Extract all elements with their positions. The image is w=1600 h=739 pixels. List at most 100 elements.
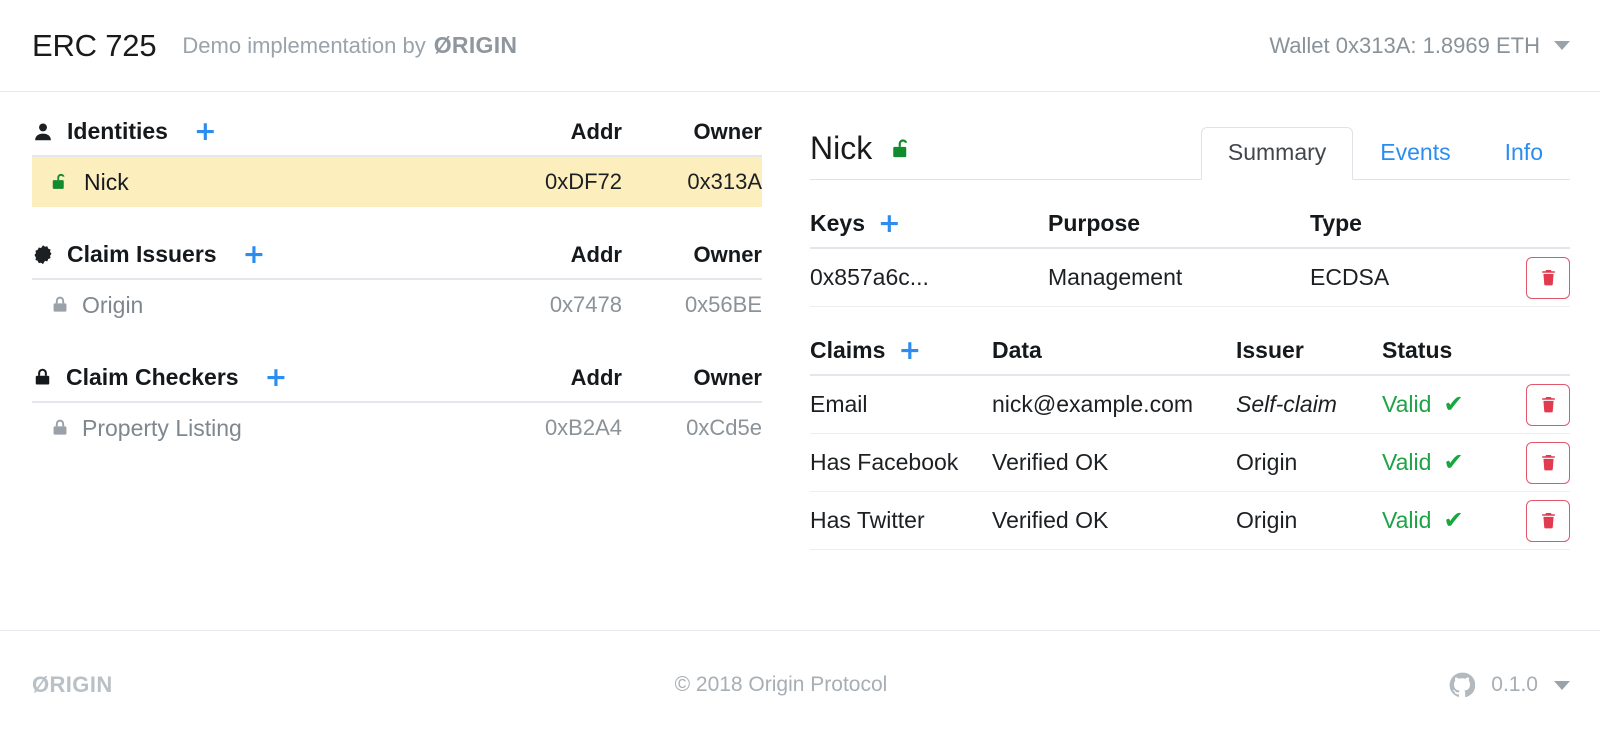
add-identity-button[interactable]: + <box>194 118 217 145</box>
claim-issuer-row-origin[interactable]: Origin 0x7478 0x56BE <box>32 280 762 330</box>
detail-title: Nick <box>810 130 873 166</box>
add-claim-issuer-button[interactable]: + <box>243 241 266 268</box>
wallet-label: Wallet 0x313A: 1.8969 ETH <box>1269 32 1540 58</box>
column-header-addr: Addr <box>570 364 622 390</box>
column-header-issuer: Issuer <box>1236 337 1304 363</box>
identity-row-label-wrap: Nick <box>32 169 129 196</box>
column-header-type: Type <box>1310 210 1362 236</box>
certificate-badge-icon <box>32 244 54 266</box>
delete-claim-button[interactable] <box>1526 499 1570 542</box>
section-label-claim-issuers: Claim Issuers <box>67 241 217 267</box>
status-badge: Valid <box>1382 391 1432 417</box>
claims-column-header: Claims + <box>810 337 992 364</box>
detail-tabs: Summary Events Info <box>1200 126 1570 180</box>
detail-panel: Nick Summary Events Info Keys + Purpose … <box>762 118 1570 550</box>
trash-icon <box>1541 512 1555 529</box>
claim-data: nick@example.com <box>992 391 1194 417</box>
identity-row-nick[interactable]: Nick 0xDF72 0x313A <box>32 157 762 207</box>
table-row: Email nick@example.com Self-claim Valid … <box>810 376 1570 434</box>
delete-claim-button[interactable] <box>1526 441 1570 484</box>
claims-title: Claims <box>810 337 886 363</box>
claim-name: Has Twitter <box>810 507 925 533</box>
tab-summary[interactable]: Summary <box>1200 127 1354 180</box>
section-header-identities: Identities + Addr Owner <box>32 118 762 157</box>
check-icon: ✔ <box>1443 391 1464 418</box>
delete-claim-button[interactable] <box>1526 383 1570 426</box>
claim-name: Email <box>810 391 868 417</box>
check-icon: ✔ <box>1443 449 1464 476</box>
claim-checker-row-label-wrap: Property Listing <box>32 415 242 442</box>
section-identities: Identities + Addr Owner Nick 0xDF72 0x31… <box>32 118 762 207</box>
add-claim-button[interactable]: + <box>898 337 921 364</box>
claim-checker-owner: 0xCd5e <box>686 415 762 440</box>
claim-name: Has Facebook <box>810 449 959 475</box>
column-header-owner: Owner <box>693 118 762 144</box>
section-title-claim-checkers: Claim Checkers + <box>32 364 287 391</box>
claim-issuer-addr: 0x7478 <box>549 292 622 317</box>
section-label-claim-checkers: Claim Checkers <box>66 364 239 390</box>
identity-name: Nick <box>84 168 129 195</box>
claim-issuer: Origin <box>1236 507 1298 533</box>
claim-issuer-name: Origin <box>82 291 144 318</box>
column-header-purpose: Purpose <box>1048 210 1141 236</box>
detail-header: Nick Summary Events Info <box>810 118 1570 180</box>
column-header-addr: Addr <box>570 118 622 144</box>
section-title-identities: Identities + <box>32 118 217 145</box>
claims-table-header: Claims + Data Issuer Status <box>810 337 1570 376</box>
key-purpose: Management <box>1048 264 1183 290</box>
footer-copyright: © 2018 Origin Protocol <box>674 673 888 696</box>
status-badge: Valid <box>1382 507 1432 533</box>
claim-data: Verified OK <box>992 507 1109 533</box>
unlock-icon <box>50 171 72 193</box>
wallet-dropdown[interactable]: Wallet 0x313A: 1.8969 ETH <box>1269 33 1570 59</box>
github-icon[interactable] <box>1449 672 1476 698</box>
app-footer: ØRIGIN © 2018 Origin Protocol 0.1.0 <box>0 630 1600 739</box>
section-title-claim-issuers: Claim Issuers + <box>32 241 265 268</box>
column-header-owner: Owner <box>693 364 762 390</box>
column-header-owner: Owner <box>693 241 762 267</box>
key-id: 0x857a6c... <box>810 264 929 290</box>
claim-actions <box>1496 383 1570 426</box>
chevron-down-icon <box>1554 680 1570 690</box>
tab-events[interactable]: Events <box>1353 127 1477 180</box>
column-header-status: Status <box>1382 337 1453 363</box>
table-row: Has Twitter Verified OK Origin Valid ✔ <box>810 492 1570 550</box>
claim-checker-name: Property Listing <box>82 414 242 441</box>
section-header-claim-issuers: Claim Issuers + Addr Owner <box>32 241 762 280</box>
status-badge: Valid <box>1382 449 1432 475</box>
section-claim-checkers: Claim Checkers + Addr Owner Property Lis… <box>32 364 762 453</box>
main-content: Identities + Addr Owner Nick 0xDF72 0x31… <box>0 92 1600 630</box>
keys-column-header: Keys + <box>810 210 1048 237</box>
key-type: ECDSA <box>1310 264 1390 290</box>
claim-actions <box>1496 441 1570 484</box>
add-claim-checker-button[interactable]: + <box>265 364 288 391</box>
table-row: Has Facebook Verified OK Origin Valid ✔ <box>810 434 1570 492</box>
section-header-claim-checkers: Claim Checkers + Addr Owner <box>32 364 762 403</box>
claim-actions <box>1496 499 1570 542</box>
lock-icon <box>32 367 53 388</box>
identity-owner: 0x313A <box>687 169 762 194</box>
tab-info[interactable]: Info <box>1478 127 1570 180</box>
claim-status: Valid ✔ <box>1382 507 1496 534</box>
sidebar: Identities + Addr Owner Nick 0xDF72 0x31… <box>32 118 762 453</box>
identity-addr: 0xDF72 <box>544 169 622 194</box>
column-header-addr: Addr <box>570 241 622 267</box>
lock-icon <box>50 295 70 315</box>
keys-table: Keys + Purpose Type 0x857a6c... Manageme… <box>810 210 1570 307</box>
page-title: ERC 725 <box>32 27 157 63</box>
claim-checker-row-property-listing[interactable]: Property Listing 0xB2A4 0xCd5e <box>32 403 762 453</box>
table-row: 0x857a6c... Management ECDSA <box>810 249 1570 307</box>
add-key-button[interactable]: + <box>878 210 901 237</box>
delete-key-button[interactable] <box>1526 256 1570 299</box>
chevron-down-icon <box>1554 41 1570 50</box>
version-label: 0.1.0 <box>1491 673 1538 696</box>
keys-title: Keys <box>810 210 865 236</box>
unlock-icon <box>890 136 916 162</box>
claim-issuer: Self-claim <box>1236 391 1337 417</box>
claim-status: Valid ✔ <box>1382 449 1496 476</box>
detail-title-wrap: Nick <box>810 130 916 179</box>
claims-table: Claims + Data Issuer Status Email nick@e… <box>810 337 1570 550</box>
trash-icon <box>1541 454 1555 471</box>
version-dropdown[interactable]: 0.1.0 <box>1449 672 1570 698</box>
claim-checker-addr: 0xB2A4 <box>544 415 622 440</box>
